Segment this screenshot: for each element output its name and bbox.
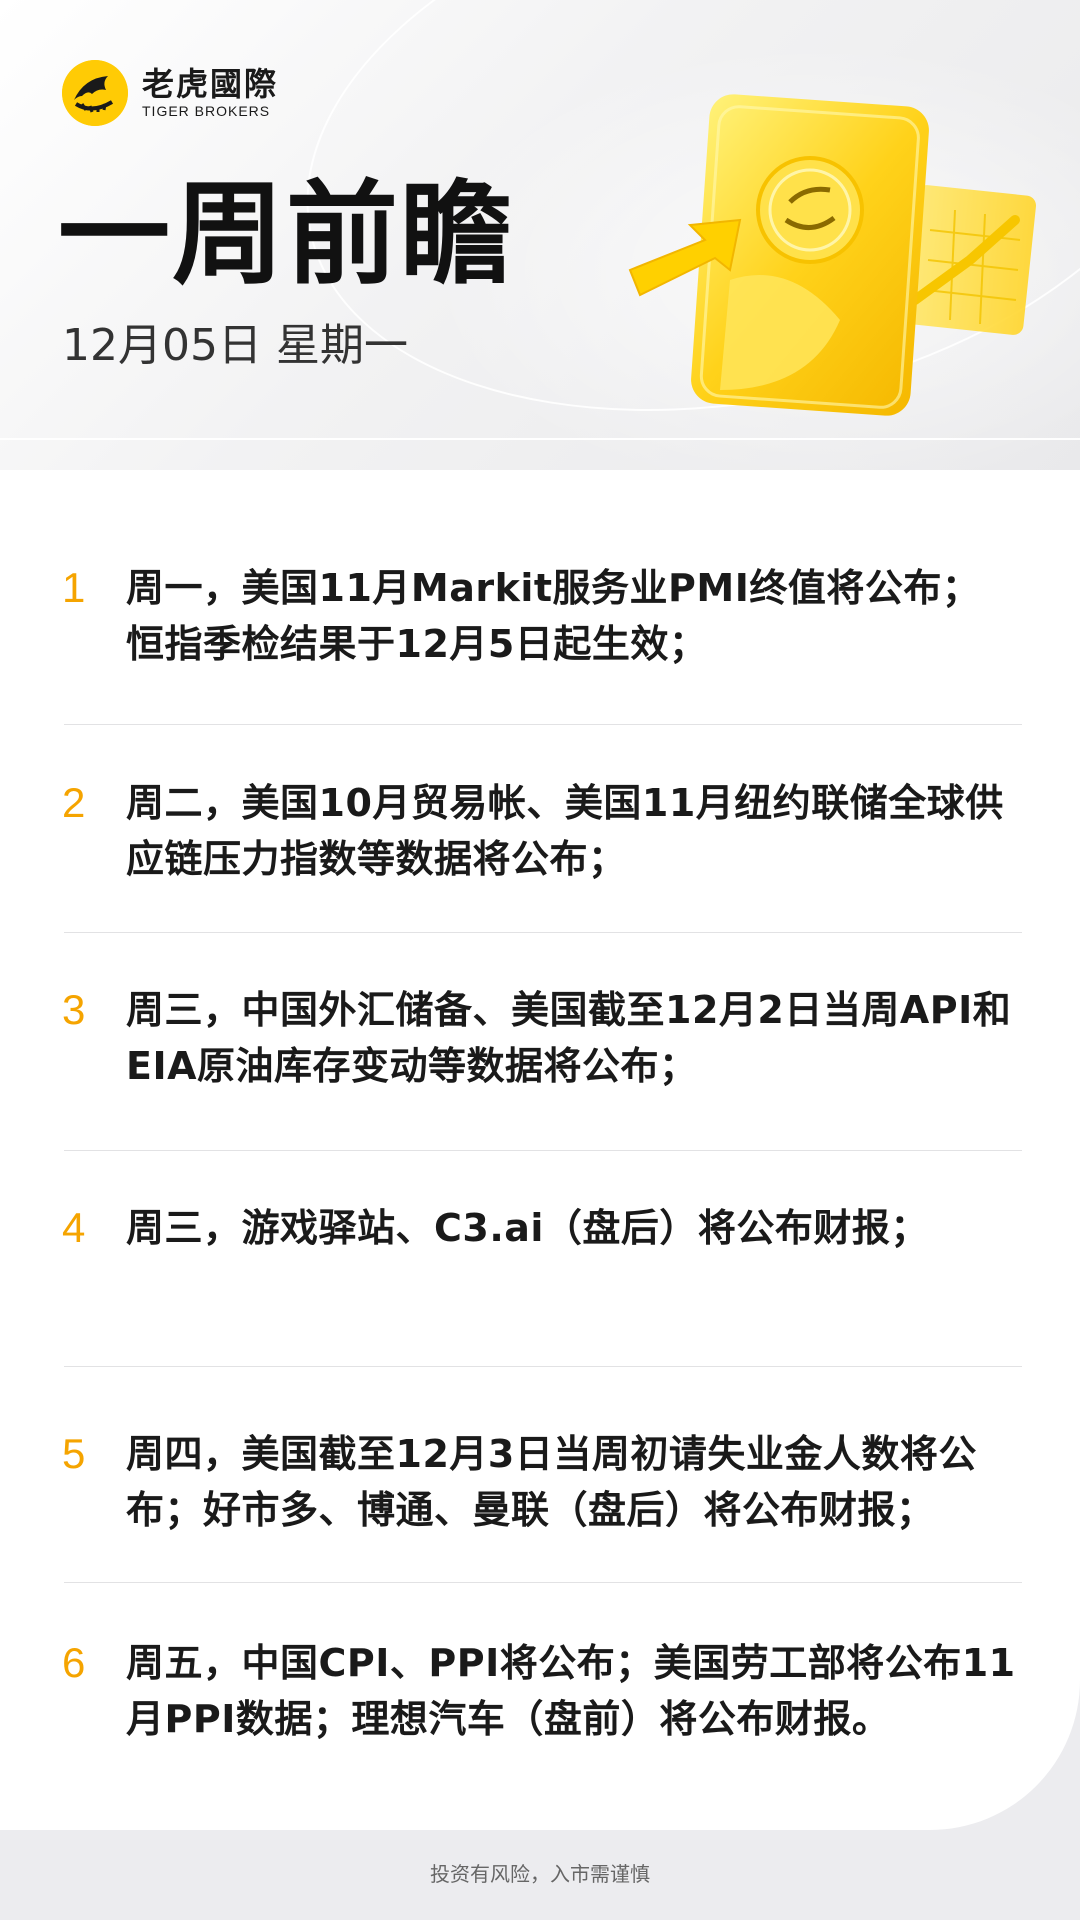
item-text: 周五，中国CPI、PPI将公布；美国劳工部将公布11月PPI数据；理想汽车（盘前… [126,1641,1016,1741]
divider [64,932,1022,933]
item-text: 周一，美国11月Markit服务业PMI终值将公布；恒指季检结果于12月5日起生… [126,566,981,666]
divider [64,1150,1022,1151]
brand-name-cn: 老虎國際 [142,65,279,103]
page-title: 一周前瞻 [58,170,514,300]
gold-card-illustration [610,90,1050,430]
item-number: 4 [62,1204,86,1251]
header-divider [0,438,1080,440]
item-text: 周三，中国外汇储备、美国截至12月2日当周API和EIA原油库存变动等数据将公布… [126,988,1012,1088]
divider [64,724,1022,725]
tiger-logo-icon [62,60,128,126]
brand-name-en: TIGER BROKERS [142,103,271,119]
divider [64,1366,1022,1367]
item-number: 6 [62,1639,86,1686]
content-card: 1 周一，美国11月Markit服务业PMI终值将公布；恒指季检结果于12月5日… [0,470,1080,1830]
item-text: 周二，美国10月贸易帐、美国11月纽约联储全球供应链压力指数等数据将公布； [126,781,1004,881]
item-text: 周四，美国截至12月3日当周初请失业金人数将公布；好市多、博通、曼联（盘后）将公… [126,1432,977,1532]
divider [64,1582,1022,1583]
item-number: 2 [62,779,86,826]
brand-logo: 老虎國際 TIGER BROKERS [62,60,278,126]
item-number: 5 [62,1430,86,1477]
disclaimer: 投资有风险，入市需谨慎 [430,1862,650,1886]
item-number: 3 [62,986,86,1033]
header: 老虎國際 TIGER BROKERS 一周前瞻 12月05日 星期一 [0,0,1080,470]
item-number: 1 [62,564,86,611]
page-date: 12月05日 星期一 [62,320,408,371]
item-text: 周三，游戏驿站、C3.ai（盘后）将公布财报； [126,1206,929,1250]
